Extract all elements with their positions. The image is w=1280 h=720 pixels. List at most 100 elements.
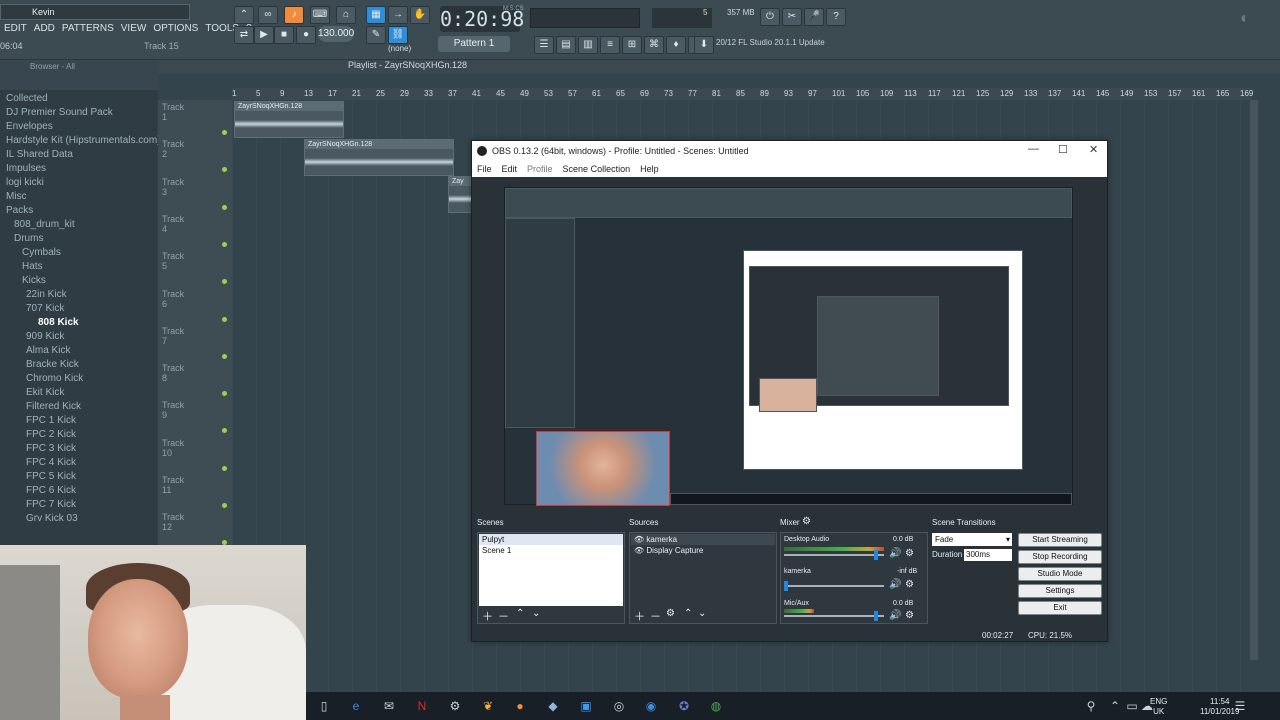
browser-item[interactable]: Impulses [0,162,46,176]
language-indicator[interactable]: ENG UK [1150,697,1167,717]
metronome-icon[interactable]: ⌂ [336,6,356,24]
netflix-icon[interactable]: N [414,698,430,714]
minimize-icon[interactable]: — [1028,143,1039,155]
track-label[interactable]: Track 5 [162,251,184,271]
up-arrow-icon[interactable]: ⌃ [1107,698,1123,714]
mode-song-icon[interactable]: ▦ [366,6,386,24]
eye-icon[interactable]: 👁 [634,546,646,555]
app2-icon[interactable]: ● [512,698,528,714]
menu-patterns[interactable]: PATTERNS [62,23,114,34]
menu-scene-collection[interactable]: Scene Collection [563,161,631,177]
pat-song-toggle[interactable]: ⇄ [234,26,254,44]
add-source-icon[interactable]: ＋ [634,608,645,624]
power-icon[interactable]: ⏻ [760,8,780,26]
browser-item[interactable]: Filtered Kick [0,400,81,414]
scene-item[interactable]: Pulpyt [479,534,623,545]
mic-icon[interactable]: 🎤 [804,8,824,26]
volume-knob[interactable] [874,611,878,621]
source-item[interactable]: 👁 kamerka [631,534,775,545]
browser-item[interactable]: FPC 1 Kick [0,414,76,428]
start-streaming-button[interactable]: Start Streaming [1018,533,1102,547]
browser-item[interactable]: Collected [0,92,48,106]
network-icon[interactable]: ▭ [1124,698,1140,714]
volume-knob[interactable] [874,550,878,560]
plugin-db-icon[interactable]: ♦ [666,36,686,54]
fl-studio-icon[interactable]: ❦ [480,698,496,714]
piano-roll-icon[interactable]: ▤ [556,36,576,54]
browser-item[interactable]: FPC 2 Kick [0,428,76,442]
browser-item[interactable]: 22in Kick [0,288,67,302]
mail-icon[interactable]: ✉ [381,698,397,714]
channel-gear-icon[interactable]: ⚙ [905,610,914,621]
track-label[interactable]: Track 7 [162,326,184,346]
move-down-icon[interactable]: ⌄ [532,608,540,619]
browser-item[interactable]: 909 Kick [0,330,64,344]
track-mute-led[interactable] [222,503,227,508]
stop-recording-button[interactable]: Stop Recording [1018,550,1102,564]
browser-item[interactable]: Hardstyle Kit (Hipstrumentals.com) [0,134,160,148]
volume-knob[interactable] [784,581,788,591]
browser-item[interactable]: Envelopes [0,120,53,134]
playlist-scrollbar[interactable] [1250,100,1258,660]
speaker-icon[interactable]: 🔊 [889,579,901,590]
speaker-icon[interactable]: 🔊 [889,548,901,559]
browser-item[interactable]: FPC 7 Kick [0,498,76,512]
track-label[interactable]: Track 6 [162,289,184,309]
scene-item[interactable]: Scene 1 [479,545,623,556]
browser-item[interactable]: DJ Premier Sound Pack [0,106,113,120]
loop-icon[interactable]: ∞ [258,6,278,24]
track-mute-led[interactable] [222,241,227,247]
people-icon[interactable]: ⚲ [1083,698,1099,714]
maximize-icon[interactable]: ☐ [1058,143,1068,156]
hand-icon[interactable]: ✋ [410,6,430,24]
browser-item[interactable]: Cymbals [0,246,61,260]
link-icon[interactable]: ⛓ [388,26,408,44]
remove-source-icon[interactable]: － [650,608,661,624]
move-up-icon[interactable]: ⌃ [684,608,692,619]
audio-clip[interactable]: ZayrSNoqXHGn.128 [234,101,344,138]
exit-button[interactable]: Exit [1018,601,1102,615]
browser-item[interactable]: Chromo Kick [0,372,83,386]
mixer-view-icon[interactable]: ≡ [600,36,620,54]
move-up-icon[interactable]: ⌃ [516,608,524,619]
menu-help-obs[interactable]: Help [640,161,659,177]
menu-edit-obs[interactable]: Edit [502,161,518,177]
mixer-icon[interactable]: ✂ [782,8,802,26]
tempo-display[interactable]: 130.000 [318,26,354,42]
browser-item[interactable]: Packs [0,204,33,218]
move-down-icon[interactable]: ⌄ [698,608,706,619]
menu-edit[interactable]: EDIT [4,23,27,34]
browser-item[interactable]: 808_drum_kit [0,218,75,232]
playlist-view-icon[interactable]: ☰ [534,36,554,54]
edge-icon[interactable]: e [348,698,364,714]
game-icon[interactable]: ✪ [676,698,692,714]
add-scene-icon[interactable]: ＋ [482,608,493,624]
stop-button[interactable]: ■ [274,26,294,44]
track-mute-led[interactable] [222,204,227,210]
arrow-icon[interactable]: → [388,6,408,24]
browser-item[interactable]: FPC 5 Kick [0,470,76,484]
track-label[interactable]: Track 12 [162,512,184,532]
studio-mode-button[interactable]: Studio Mode [1018,567,1102,581]
browser-item[interactable]: 707 Kick [0,302,64,316]
obs-icon[interactable]: ◎ [611,698,627,714]
app-icon[interactable]: ⚙ [447,698,463,714]
track-mute-led[interactable] [222,465,227,471]
pencil-icon[interactable]: ✎ [366,26,386,44]
browser-item[interactable]: Alma Kick [0,344,70,358]
duration-input[interactable]: 300ms [964,549,1012,561]
audio-clip[interactable]: Zay [448,176,472,213]
notes-icon[interactable]: ◆ [545,698,561,714]
browser-item[interactable]: IL Shared Data [0,148,73,162]
channel-gear-icon[interactable]: ⚙ [905,548,914,559]
steam-icon[interactable]: ◉ [643,698,659,714]
browser-item[interactable]: Grv Kick 03 [0,512,78,526]
browser-item[interactable]: Ekit Kick [0,386,64,400]
settings-button[interactable]: Settings [1018,584,1102,598]
volume-slider[interactable] [784,554,884,556]
browser-item[interactable]: Drums [0,232,43,246]
audio-clip[interactable]: ZayrSNoqXHGn.128 [304,139,454,176]
channel-gear-icon[interactable]: ⚙ [905,579,914,590]
play-button[interactable]: ▶ [254,26,274,44]
news-ticker[interactable]: 20/12 FL Studio 20.1.1 Update [716,38,826,52]
